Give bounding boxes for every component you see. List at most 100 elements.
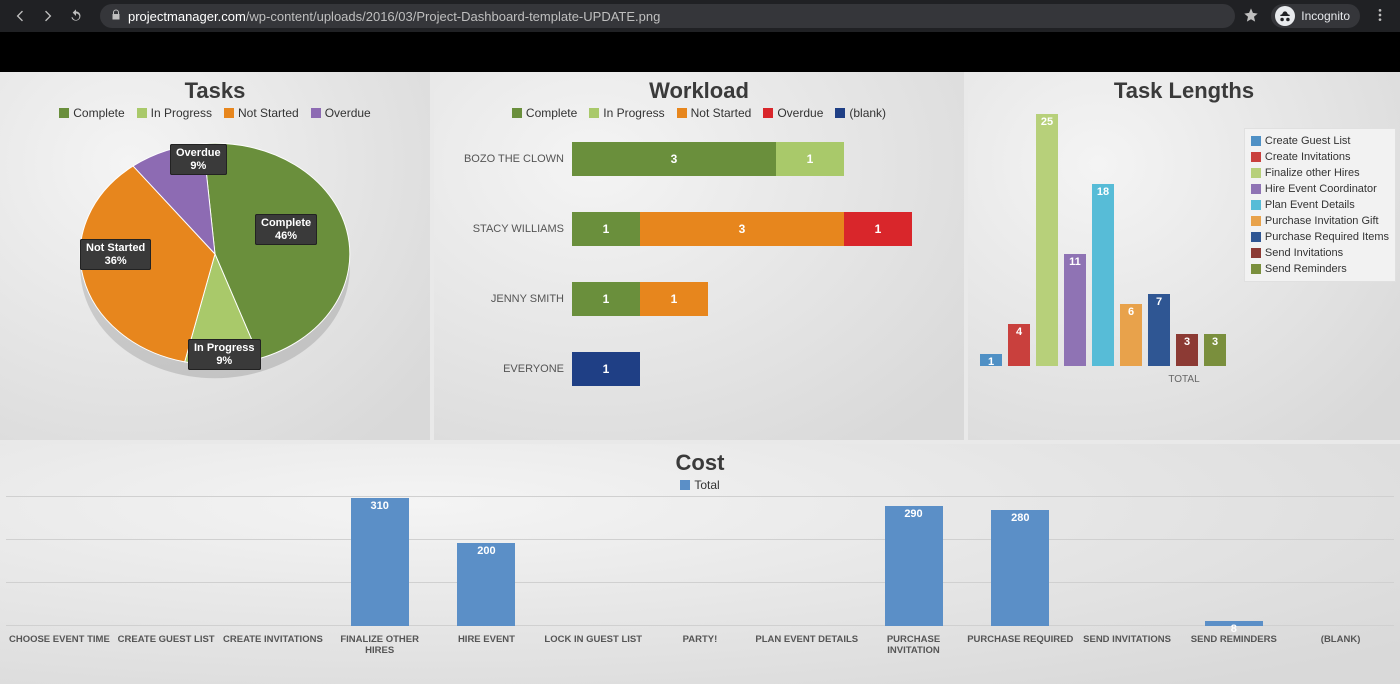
workload-chart: BOZO THE CLOWN 31 STACY WILLIAMS 131 JEN… [434, 124, 964, 414]
incognito-label: Incognito [1301, 9, 1350, 23]
swatch-icon [137, 108, 147, 118]
legend-item: Overdue [763, 106, 823, 120]
swatch-icon [1251, 232, 1261, 242]
cost-bar: 310 [326, 496, 433, 626]
legend-item: In Progress [137, 106, 212, 120]
dashboard-image: Tasks Complete In Progress Not Started Over… [0, 72, 1400, 684]
task-lengths-title: Task Lengths [968, 78, 1400, 104]
workload-row-label: BOZO THE CLOWN [444, 153, 572, 165]
workload-row: EVERYONE 1 [444, 334, 944, 404]
back-button[interactable] [8, 4, 32, 28]
url-path: /wp-content/uploads/2016/03/Project-Dash… [246, 9, 661, 24]
cost-title: Cost [0, 450, 1400, 476]
legend-item: Send Invitations [1251, 245, 1389, 261]
forward-button[interactable] [36, 4, 60, 28]
swatch-icon [763, 108, 773, 118]
cost-category-label: LOCK IN GUEST LIST [540, 628, 647, 656]
menu-kebab-icon[interactable] [1372, 7, 1388, 26]
legend-item: Send Reminders [1251, 261, 1389, 277]
cost-category-label: (BLANK) [1287, 628, 1394, 656]
tasks-legend: CompleteIn ProgressNot StartedOverdue [0, 106, 430, 120]
task-lengths-legend: Create Guest ListCreate InvitationsFinal… [1244, 128, 1396, 282]
legend-item: In Progress [589, 106, 664, 120]
legend-item: Hire Event Coordinator [1251, 181, 1389, 197]
cost-category-label: PLAN EVENT DETAILS [753, 628, 860, 656]
panel-workload: Workload CompleteIn ProgressNot StartedO… [434, 72, 964, 440]
legend-item: Not Started [224, 106, 299, 120]
pie-label: In Progress9% [188, 339, 261, 370]
workload-row: BOZO THE CLOWN 31 [444, 124, 944, 194]
workload-row-label: STACY WILLIAMS [444, 223, 572, 235]
panel-tasks: Tasks CompleteIn ProgressNot StartedOver… [0, 72, 430, 440]
cost-category-label: CREATE INVITATIONS [220, 628, 327, 656]
cost-bar: 8 [1180, 496, 1287, 626]
lock-icon [110, 9, 122, 24]
cost-bar [1074, 496, 1181, 626]
browser-toolbar: projectmanager.com/wp-content/uploads/20… [0, 0, 1400, 32]
task-length-bar: 18 [1092, 184, 1114, 366]
cost-chart: 310 200 290 280 8 CHOOSE EVENT TIMECR [6, 496, 1394, 656]
swatch-icon [1251, 248, 1261, 258]
legend-item: Plan Event Details [1251, 197, 1389, 213]
bar-segment: 1 [776, 142, 844, 176]
cost-category-label: PURCHASE INVITATION [860, 628, 967, 656]
swatch-icon [224, 108, 234, 118]
cost-category-label: CREATE GUEST LIST [113, 628, 220, 656]
tasks-title: Tasks [0, 78, 430, 104]
bar-segment: 1 [844, 212, 912, 246]
swatch-icon [677, 108, 687, 118]
bar-segment: 1 [572, 282, 640, 316]
cost-category-label: FINALIZE OTHER HIRES [326, 628, 433, 656]
reload-button[interactable] [64, 4, 88, 28]
address-bar[interactable]: projectmanager.com/wp-content/uploads/20… [100, 4, 1235, 28]
swatch-icon [1251, 184, 1261, 194]
tasks-pie-chart: Complete46%In Progress9%Not Started36%Ov… [60, 124, 370, 384]
workload-legend: CompleteIn ProgressNot StartedOverdue(bl… [434, 106, 964, 120]
swatch-icon [680, 480, 690, 490]
cost-category-label: SEND REMINDERS [1180, 628, 1287, 656]
swatch-icon [311, 108, 321, 118]
swatch-icon [589, 108, 599, 118]
cost-bar: 200 [433, 496, 540, 626]
incognito-chip[interactable]: Incognito [1271, 4, 1360, 28]
task-length-bar: 1 [980, 354, 1002, 366]
cost-bar [753, 496, 860, 626]
cost-bar [6, 496, 113, 626]
cost-bar [220, 496, 327, 626]
legend-item: Complete [512, 106, 577, 120]
swatch-icon [1251, 200, 1261, 210]
cost-category-label: PARTY! [647, 628, 754, 656]
bar-segment: 3 [572, 142, 776, 176]
pie-label: Not Started36% [80, 239, 151, 270]
legend-item: Create Guest List [1251, 133, 1389, 149]
cost-bar: 280 [967, 496, 1074, 626]
url-domain: projectmanager.com [128, 9, 246, 24]
cost-bar [647, 496, 754, 626]
legend-item: Finalize other Hires [1251, 165, 1389, 181]
cost-category-label: PURCHASE REQUIRED [967, 628, 1074, 656]
bookmark-star-icon[interactable] [1243, 7, 1259, 26]
swatch-icon [59, 108, 69, 118]
workload-title: Workload [434, 78, 964, 104]
cost-legend-label: Total [694, 478, 719, 492]
swatch-icon [1251, 216, 1261, 226]
letterbox [0, 32, 1400, 72]
cost-category-label: SEND INVITATIONS [1074, 628, 1181, 656]
bar-segment: 1 [572, 212, 640, 246]
cost-category-label: HIRE EVENT [433, 628, 540, 656]
task-length-bar: 25 [1036, 114, 1058, 366]
task-length-bar: 11 [1064, 254, 1086, 366]
panel-task-lengths: Task Lengths 1 4 25 11 18 6 7 3 3 [968, 72, 1400, 440]
swatch-icon [1251, 136, 1261, 146]
legend-item: Overdue [311, 106, 371, 120]
task-length-bar: 4 [1008, 324, 1030, 366]
cost-legend: Total [0, 478, 1400, 492]
workload-row: JENNY SMITH 11 [444, 264, 944, 334]
swatch-icon [835, 108, 845, 118]
swatch-icon [1251, 152, 1261, 162]
legend-item: Create Invitations [1251, 149, 1389, 165]
cost-category-label: CHOOSE EVENT TIME [6, 628, 113, 656]
bar-segment: 3 [640, 212, 844, 246]
pie-label: Complete46% [255, 214, 317, 245]
cost-bar [113, 496, 220, 626]
